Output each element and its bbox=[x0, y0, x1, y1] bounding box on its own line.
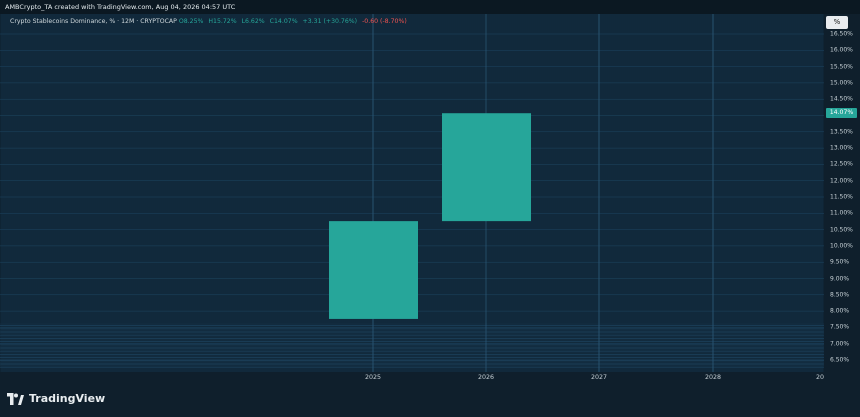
price-tick-label: 7.50% bbox=[830, 323, 850, 331]
legend-close: C14.07% bbox=[269, 18, 298, 25]
legend-low: L6.62% bbox=[241, 18, 265, 25]
price-tick-label: 11.00% bbox=[830, 209, 853, 217]
price-tick-label: 10.50% bbox=[830, 226, 853, 234]
symbol-legend[interactable]: Crypto Stablecoins Dominance, % · 12M · … bbox=[10, 18, 407, 25]
price-tick-label: 14.50% bbox=[830, 95, 853, 103]
current-price-tag: 14.07% bbox=[826, 108, 857, 119]
time-axis[interactable]: 2025 2026 2027 2028 20 bbox=[0, 372, 860, 384]
candle-body[interactable] bbox=[442, 113, 531, 222]
price-tick-label: 15.50% bbox=[830, 63, 853, 71]
price-tick-label: 9.50% bbox=[830, 258, 850, 266]
time-tick-label: 20 bbox=[815, 374, 825, 381]
price-axis[interactable]: 16.50%16.00%15.50%15.00%14.50%14.00%13.5… bbox=[824, 14, 860, 372]
price-tick-label: 7.00% bbox=[830, 340, 850, 348]
legend-high: H15.72% bbox=[208, 18, 237, 25]
price-tick-label: 11.50% bbox=[830, 193, 853, 201]
legend-open: O8.25% bbox=[178, 18, 204, 25]
price-tick-label: 9.00% bbox=[830, 275, 850, 282]
candle-body[interactable] bbox=[329, 221, 418, 319]
time-tick-label: 2027 bbox=[590, 374, 608, 381]
time-tick-label: 2026 bbox=[477, 374, 495, 381]
price-tick-label: 12.50% bbox=[830, 160, 853, 168]
price-tick-label: 10.00% bbox=[830, 242, 853, 250]
tradingview-icon bbox=[7, 392, 24, 405]
time-tick-label: 2025 bbox=[364, 374, 382, 381]
price-tick-label: 15.00% bbox=[830, 79, 853, 87]
price-tick-label: 16.00% bbox=[830, 46, 853, 54]
time-tick-label: 2028 bbox=[704, 374, 722, 381]
legend-change-pos: +3.31 (+30.76%) bbox=[302, 18, 358, 25]
percent-scale-button[interactable]: % bbox=[826, 16, 848, 29]
price-tick-label: 6.50% bbox=[830, 356, 850, 364]
legend-title: Crypto Stablecoins Dominance, % · 12M · … bbox=[10, 18, 177, 25]
brand-name: TradingView bbox=[29, 392, 106, 405]
legend-change-neg: -0.60 (-8.70%) bbox=[362, 18, 407, 25]
price-tick-label: 13.50% bbox=[830, 128, 853, 136]
chart-header: AMBCrypto_TA created with TradingView.co… bbox=[0, 0, 860, 14]
chart-canvas[interactable] bbox=[0, 14, 824, 372]
price-tick-label: 8.50% bbox=[830, 291, 850, 299]
chart-pane[interactable] bbox=[0, 14, 824, 372]
price-tick-label: 16.50% bbox=[830, 30, 853, 38]
price-tick-label: 12.00% bbox=[830, 177, 853, 185]
price-tick-label: 8.00% bbox=[830, 307, 850, 315]
price-tick-label: 13.00% bbox=[830, 144, 853, 152]
tradingview-logo[interactable]: TradingView bbox=[7, 392, 105, 405]
